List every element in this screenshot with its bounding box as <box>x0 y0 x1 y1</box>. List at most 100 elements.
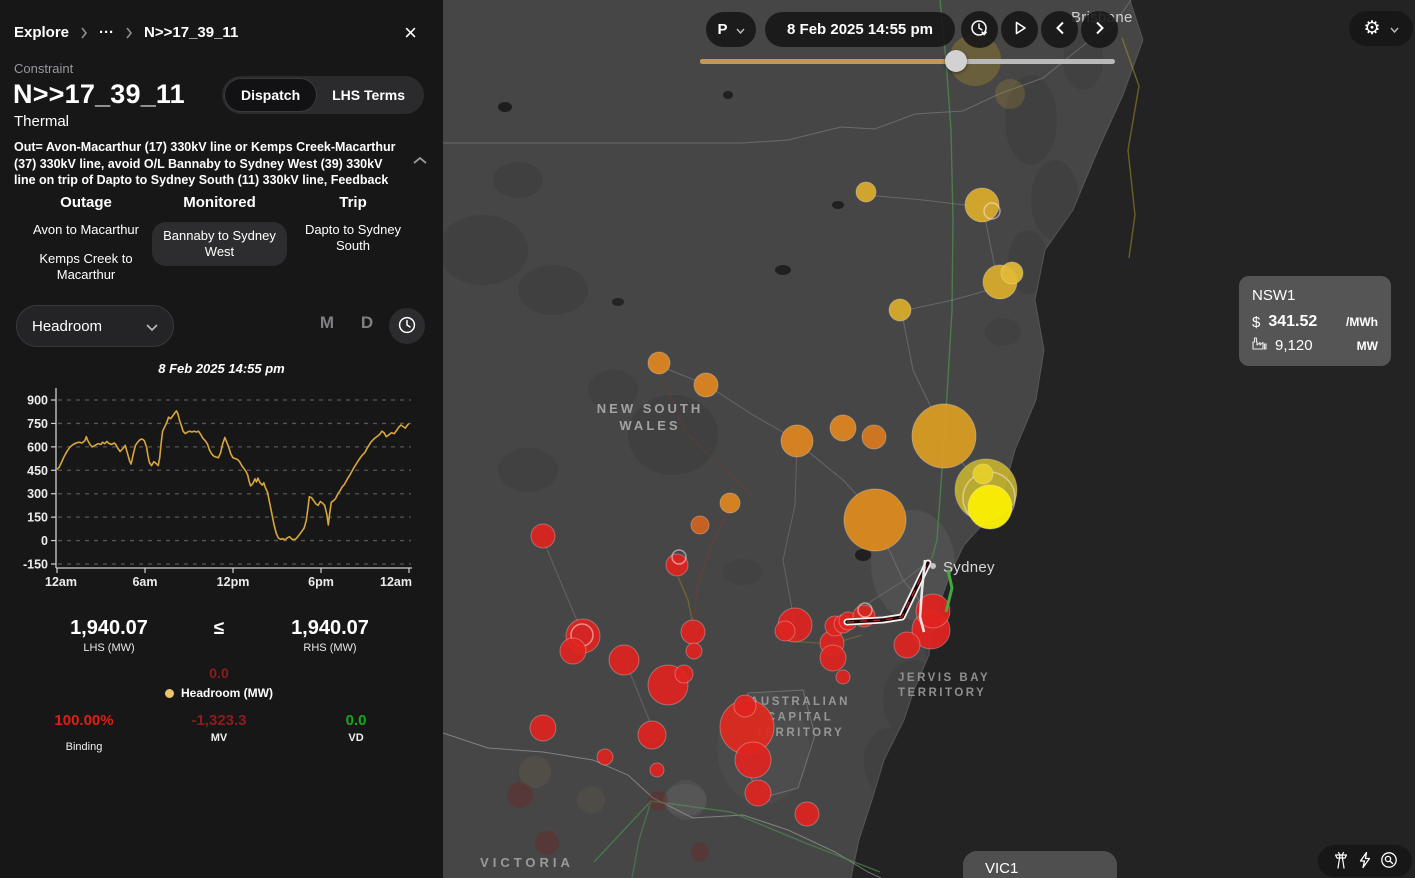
constraint-type: Thermal <box>14 113 69 130</box>
monitored-item[interactable]: Bannaby to Sydney West <box>152 222 287 266</box>
generation-layer-button[interactable] <box>1357 851 1373 872</box>
generator-bubble[interactable] <box>735 742 771 778</box>
generator-bubble[interactable] <box>666 554 688 576</box>
map-line <box>632 801 651 878</box>
map-line <box>783 446 797 620</box>
metric-dropdown[interactable]: Headroom <box>16 305 174 347</box>
generator-bubble[interactable] <box>830 415 856 441</box>
region-name: NSW1 <box>1252 287 1378 304</box>
constraint-description: Out= Avon-Macarthur (17) 330kV line or K… <box>14 139 406 189</box>
period-dropdown[interactable]: P <box>706 12 756 47</box>
generator-bubble[interactable] <box>844 489 906 551</box>
time-view-button[interactable] <box>389 308 425 344</box>
generator-bubble[interactable] <box>734 695 756 717</box>
generator-bubble[interactable] <box>597 749 613 765</box>
zoom-locate-button[interactable] <box>1380 851 1398 872</box>
map-layer-toolbar <box>1318 845 1412 877</box>
svg-text:12am: 12am <box>45 575 77 589</box>
generator-bubble[interactable] <box>973 464 993 484</box>
generator-bubble[interactable] <box>795 802 819 826</box>
settings-dropdown[interactable]: ⚙ <box>1349 11 1413 46</box>
generator-bubble[interactable] <box>535 831 559 855</box>
time-slider[interactable] <box>700 54 1115 68</box>
month-view-button[interactable]: M <box>314 313 340 333</box>
generator-bubble[interactable] <box>609 645 639 675</box>
generator-bubble[interactable] <box>577 786 605 814</box>
prev-interval-button[interactable] <box>1041 11 1078 48</box>
close-button[interactable]: × <box>404 22 417 44</box>
generator-bubble[interactable] <box>691 516 709 534</box>
generator-bubble[interactable] <box>912 404 976 468</box>
time-slider-handle[interactable] <box>945 50 967 72</box>
generator-bubble[interactable] <box>691 843 709 861</box>
generator-bubble[interactable] <box>856 182 876 202</box>
gear-icon: ⚙ <box>1363 19 1380 38</box>
constraint-kind-label: Constraint <box>14 61 73 76</box>
generator-bubble[interactable] <box>686 643 702 659</box>
svg-text:750: 750 <box>27 417 48 431</box>
region-price: 341.52 <box>1268 313 1317 331</box>
generator-bubble[interactable] <box>1001 262 1023 284</box>
generator-bubble[interactable] <box>530 715 556 741</box>
svg-text:-150: -150 <box>23 558 48 572</box>
generator-bubble[interactable] <box>995 79 1025 109</box>
svg-text:12am: 12am <box>380 575 412 589</box>
region-tooltip-vic1[interactable]: VIC1 <box>963 851 1117 878</box>
generator-bubble[interactable] <box>720 493 740 513</box>
breadcrumb-explore[interactable]: Explore <box>14 24 69 41</box>
generator-bubble[interactable] <box>648 791 668 811</box>
generator-bubble[interactable] <box>820 645 846 671</box>
svg-text:12pm: 12pm <box>217 575 250 589</box>
generator-bubble[interactable] <box>648 352 670 374</box>
datetime-button[interactable]: 8 Feb 2025 14:55 pm <box>765 12 955 47</box>
binding-label: Binding <box>14 741 154 753</box>
dispatch-tab[interactable]: Dispatch <box>225 79 316 111</box>
transmission-layer-button[interactable] <box>1332 851 1350 872</box>
map-canvas[interactable]: NEW SOUTHWALESVICTORIAAUSTRALIANCAPITALT… <box>443 0 1415 878</box>
dollar-icon: $ <box>1252 314 1260 331</box>
day-view-button[interactable]: D <box>354 313 380 333</box>
sydney-marker <box>930 563 936 569</box>
map-label: NEW SOUTH <box>597 401 703 416</box>
trip-item[interactable]: Dapto to Sydney South <box>288 222 418 254</box>
generator-bubble[interactable] <box>862 425 886 449</box>
generator-bubble[interactable] <box>675 665 693 683</box>
outage-item[interactable]: Avon to Macarthur <box>16 222 156 238</box>
generator-bubble[interactable] <box>968 485 1012 529</box>
headroom-chart: 9007506004503001500-15012am6am12pm6pm12a… <box>0 381 443 593</box>
headroom-value: 0.0 <box>144 665 294 681</box>
lhs-block: 1,940.07 LHS (MW) <box>34 617 184 654</box>
outage-item[interactable]: Kemps Creek to Macarthur <box>16 251 156 283</box>
breadcrumb-ellipsis[interactable]: ··· <box>99 24 114 41</box>
generator-bubble[interactable] <box>507 782 533 808</box>
generator-bubble[interactable] <box>965 188 999 222</box>
outage-column: Outage Avon to Macarthur Kemps Creek to … <box>16 195 156 296</box>
generator-bubble[interactable] <box>694 373 718 397</box>
play-button[interactable] <box>1001 11 1038 48</box>
generator-bubble[interactable] <box>745 780 771 806</box>
generator-bubble[interactable] <box>681 620 705 644</box>
svg-text:900: 900 <box>27 394 48 408</box>
map-label: AUSTRALIAN <box>750 696 850 708</box>
rhs-label: RHS (MW) <box>255 642 405 654</box>
svg-text:450: 450 <box>27 464 48 478</box>
generator-bubble[interactable] <box>560 638 586 664</box>
chevron-up-icon[interactable] <box>413 153 427 168</box>
metric-dropdown-value: Headroom <box>32 318 102 335</box>
generator-bubble[interactable] <box>836 670 850 684</box>
generator-bubble[interactable] <box>638 721 666 749</box>
generator-bubble[interactable] <box>650 763 664 777</box>
lhs-value: 1,940.07 <box>34 617 184 640</box>
lhs-terms-tab[interactable]: LHS Terms <box>316 79 421 111</box>
generator-bubble[interactable] <box>666 780 706 820</box>
next-interval-button[interactable] <box>1081 11 1118 48</box>
generator-bubble[interactable] <box>894 632 920 658</box>
generator-bubble[interactable] <box>781 425 813 457</box>
generator-bubble[interactable] <box>889 299 911 321</box>
map-line <box>678 577 693 624</box>
generator-bubble[interactable] <box>775 621 795 641</box>
time-reset-button[interactable] <box>961 11 998 48</box>
network-map[interactable]: NEW SOUTHWALESVICTORIAAUSTRALIANCAPITALT… <box>443 0 1415 878</box>
generator-bubble[interactable] <box>531 524 555 548</box>
svg-text:6am: 6am <box>132 575 157 589</box>
